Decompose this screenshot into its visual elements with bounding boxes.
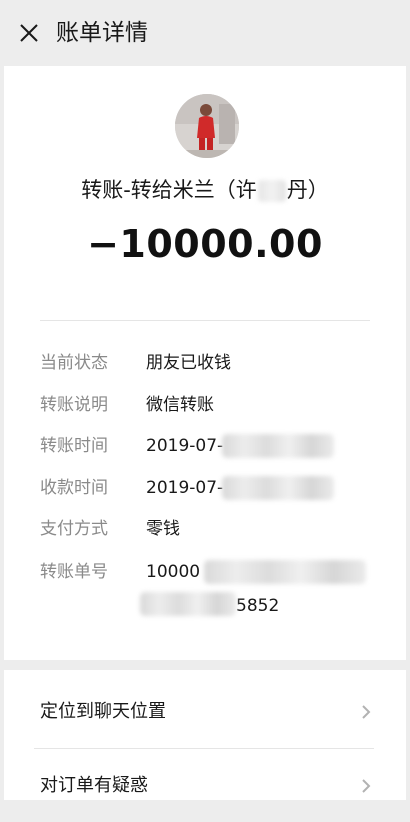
chevron-right-icon xyxy=(362,779,371,793)
detail-row-payment-method: 支付方式 零钱 xyxy=(4,514,406,544)
payee-name: 转账-转给米兰（许 丹） xyxy=(4,174,406,206)
actions-card: 定位到聊天位置 对订单有疑惑 xyxy=(4,670,406,800)
page-title: 账单详情 xyxy=(56,20,148,46)
avatar[interactable] xyxy=(175,94,239,158)
top-bar: 账单详情 xyxy=(0,0,410,66)
detail-value: 朋友已收钱 xyxy=(146,353,231,373)
redacted-mask xyxy=(222,476,334,500)
locate-chat-button[interactable]: 定位到聊天位置 xyxy=(4,676,406,748)
close-button[interactable] xyxy=(16,20,42,46)
redacted-mask xyxy=(222,434,334,458)
redacted-mask xyxy=(140,592,236,616)
detail-label: 收款时间 xyxy=(40,478,108,498)
close-icon[interactable] xyxy=(18,22,40,44)
detail-value: 10000 xyxy=(146,562,201,582)
avatar-image xyxy=(175,94,239,158)
redacted-mask xyxy=(204,560,366,584)
action-label: 对订单有疑惑 xyxy=(40,775,148,796)
detail-row-note: 转账说明 微信转账 xyxy=(4,390,406,420)
detail-value: 2019-07- xyxy=(146,436,224,456)
payee-name-suffix: 丹） xyxy=(286,178,329,202)
detail-label: 转账单号 xyxy=(40,562,108,582)
redacted-mask xyxy=(257,180,286,202)
detail-row-receive-time: 收款时间 2019-07- xyxy=(4,473,406,503)
detail-row-transfer-time: 转账时间 2019-07- xyxy=(4,431,406,461)
payee-name-prefix: 转账-转给米兰（许 xyxy=(81,178,257,202)
detail-row-status: 当前状态 朋友已收钱 xyxy=(4,348,406,378)
action-label: 定位到聊天位置 xyxy=(40,701,166,722)
chevron-right-icon xyxy=(362,705,371,719)
detail-label: 当前状态 xyxy=(40,353,108,373)
detail-label: 转账说明 xyxy=(40,395,108,415)
divider xyxy=(40,320,370,321)
detail-value: 零钱 xyxy=(146,519,180,539)
amount: −10000.00 xyxy=(87,222,323,266)
detail-label: 转账时间 xyxy=(40,436,108,456)
bill-summary-card: 转账-转给米兰（许 丹） −10000.00 当前状态 朋友已收钱 转账说明 微信… xyxy=(4,66,406,660)
detail-value: 微信转账 xyxy=(146,395,214,415)
detail-value-line2: 5852 xyxy=(236,596,280,616)
detail-value: 2019-07- xyxy=(146,478,224,498)
order-question-button[interactable]: 对订单有疑惑 xyxy=(4,750,406,822)
detail-label: 支付方式 xyxy=(40,519,108,539)
divider xyxy=(34,748,374,749)
